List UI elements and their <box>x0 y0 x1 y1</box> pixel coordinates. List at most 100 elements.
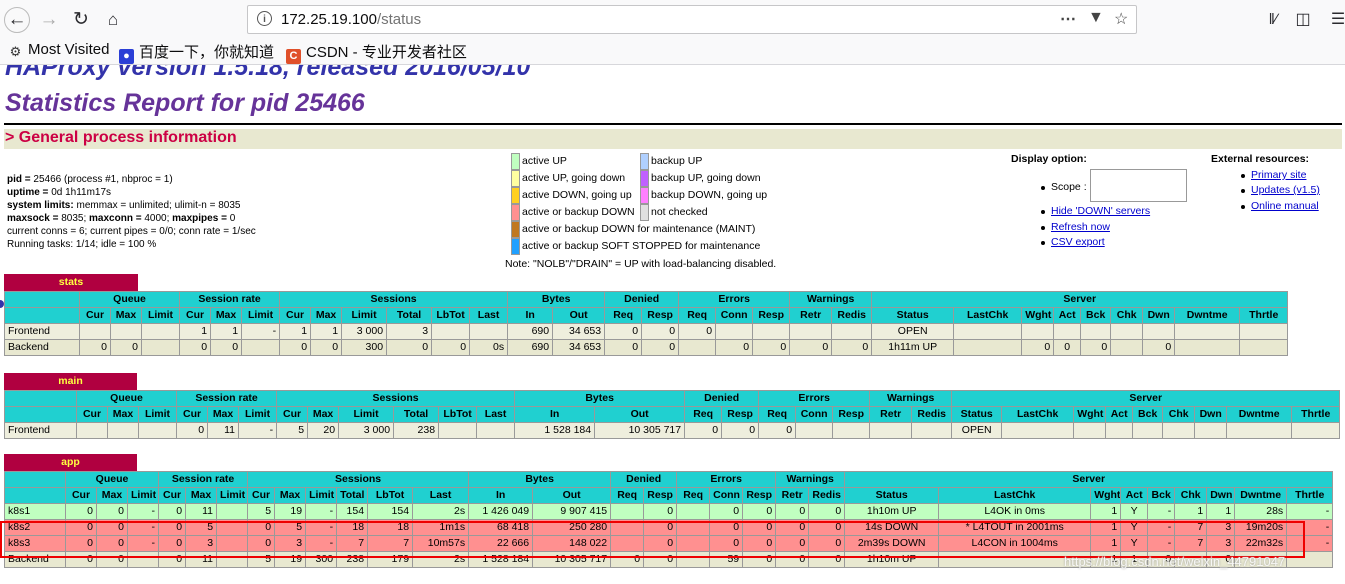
online-manual-link[interactable]: Online manual <box>1251 200 1319 212</box>
column-header: Max <box>207 406 240 423</box>
corner-header <box>4 291 80 308</box>
group-header: Sessions <box>247 471 470 488</box>
group-header: Denied <box>604 291 680 308</box>
row-name-cell[interactable]: Frontend <box>4 323 80 340</box>
library-icon[interactable]: ‖∕ <box>1260 7 1286 33</box>
url-text[interactable]: 172.25.19.100/status <box>281 11 421 28</box>
updates-link[interactable]: Updates (v1.5) <box>1251 184 1320 196</box>
table-cell <box>1073 422 1107 439</box>
group-header: Warnings <box>789 291 873 308</box>
menu-icon[interactable]: ☰ <box>1325 7 1345 33</box>
table-cell: - <box>305 503 338 520</box>
table-cell: 0 <box>279 339 312 356</box>
baidu-paw-icon: ● <box>119 49 134 64</box>
proxy-name-stats[interactable]: stats <box>4 274 138 291</box>
group-header: Server <box>871 291 1289 308</box>
column-header: Cur <box>247 487 276 504</box>
row-name-cell[interactable]: k8s1 <box>4 503 66 520</box>
table-cell: 1h11m UP <box>871 339 955 356</box>
page-title: Statistics Report for pid 25466 <box>5 89 365 117</box>
table-cell: 1 <box>210 323 243 340</box>
table-cell: 0 <box>752 339 791 356</box>
table-cell: 0s <box>469 339 509 356</box>
column-header: Req <box>610 487 645 504</box>
address-bar[interactable]: i 172.25.19.100/status ⋯ ▼ ☆ <box>247 5 1137 34</box>
scope-input[interactable] <box>1090 169 1187 202</box>
process-info: pid = 25466 (process #1, nbproc = 1) upt… <box>7 174 256 250</box>
page-actions-icon[interactable]: ⋯ <box>1060 9 1076 29</box>
proxy-name-main[interactable]: main <box>4 373 137 390</box>
column-header: Thrtle <box>1286 487 1334 504</box>
table-cell <box>110 323 142 340</box>
column-header-row: Cur Max Limit Cur Max Limit Cur Max Limit Total Lb… <box>4 487 1334 504</box>
table-cell: 1 <box>310 323 343 340</box>
nav-toolbar: ← → ↻ ⌂ i 172.25.19.100/status ⋯ ▼ ☆ ‖∕ … <box>0 4 1345 36</box>
table-cell: 0 <box>742 503 777 520</box>
forward-icon[interactable]: → <box>36 7 62 33</box>
column-header: Cur <box>79 307 111 324</box>
table-cell <box>1080 323 1112 340</box>
bookmark-most-visited[interactable]: ⚙ Most Visited <box>8 41 110 59</box>
column-header: Out <box>532 487 612 504</box>
group-header: Server <box>951 390 1341 407</box>
table-cell <box>140 323 181 340</box>
table-cell <box>1021 323 1055 340</box>
legend-swatch <box>640 187 649 204</box>
table-cell: Y <box>1120 503 1149 520</box>
table-cell: 0 <box>604 339 643 356</box>
section-title: > General process information <box>5 129 237 146</box>
column-header: Act <box>1105 406 1134 423</box>
group-header: Bytes <box>514 390 686 407</box>
corner-header <box>4 390 77 407</box>
table-cell <box>1110 339 1144 356</box>
table-cell: 690 <box>507 323 554 340</box>
site-info-icon[interactable]: i <box>257 11 272 26</box>
table-cell <box>1174 339 1241 356</box>
bookmark-star-icon[interactable]: ☆ <box>1114 9 1128 29</box>
table-cell: 11 <box>207 422 240 439</box>
sidebar-icon[interactable]: ◫ <box>1290 7 1316 33</box>
reload-icon[interactable]: ↻ <box>68 7 94 33</box>
pocket-icon[interactable]: ▼ <box>1088 9 1104 27</box>
column-header: Resp <box>742 487 777 504</box>
bookmark-baidu[interactable]: ● 百度一下，你就知道 <box>119 41 274 64</box>
legend-label: backup UP <box>651 155 703 167</box>
column-header: Bck <box>1080 307 1112 324</box>
table-cell: 1 <box>279 323 312 340</box>
column-header: Limit <box>338 406 395 423</box>
legend-label: active UP <box>522 155 567 167</box>
group-header: Session rate <box>158 471 249 488</box>
bookmark-csdn[interactable]: C CSDN - 专业开发者社区 <box>286 41 467 64</box>
row-name-cell[interactable]: Frontend <box>4 422 77 439</box>
table-cell: 0 <box>431 339 471 356</box>
column-header: Dwntme <box>1234 487 1288 504</box>
table-cell: 0 <box>643 503 678 520</box>
table-cell <box>1142 323 1176 340</box>
column-header: Conn <box>715 307 754 324</box>
back-icon[interactable]: ← <box>4 7 30 33</box>
table-cell: 0 <box>386 339 433 356</box>
browser-chrome: ← → ↻ ⌂ i 172.25.19.100/status ⋯ ▼ ☆ ‖∕ … <box>0 0 1345 65</box>
table-cell <box>1174 323 1241 340</box>
row-name-cell[interactable]: Backend <box>4 339 80 356</box>
group-header: Queue <box>75 390 178 407</box>
refresh-link[interactable]: Refresh now <box>1051 221 1110 233</box>
home-icon[interactable]: ⌂ <box>100 7 126 33</box>
column-header: In <box>468 487 534 504</box>
legend-label: active or backup SOFT STOPPED for mainte… <box>522 240 761 252</box>
proxy-name-app[interactable]: app <box>4 454 137 471</box>
table-cell <box>1162 422 1196 439</box>
column-header: Chk <box>1162 406 1196 423</box>
table-row: Backend 0 0 0 0 0 0 300 0 0 0s 690 34 653 0 0 0 0 0 0 1h11m… <box>4 339 1289 356</box>
column-header: Retr <box>869 406 913 423</box>
column-header: Redis <box>831 307 873 324</box>
column-header: Req <box>758 406 797 423</box>
csv-export-link[interactable]: CSV export <box>1051 236 1105 248</box>
column-header: Max <box>307 406 340 423</box>
primary-site-link[interactable]: Primary site <box>1251 169 1306 181</box>
table-cell: 0 <box>210 339 243 356</box>
hide-down-link[interactable]: Hide 'DOWN' servers <box>1051 205 1150 217</box>
column-header: Cur <box>65 487 97 504</box>
table-cell: 0 <box>604 323 643 340</box>
table-cell: 154 <box>367 503 414 520</box>
